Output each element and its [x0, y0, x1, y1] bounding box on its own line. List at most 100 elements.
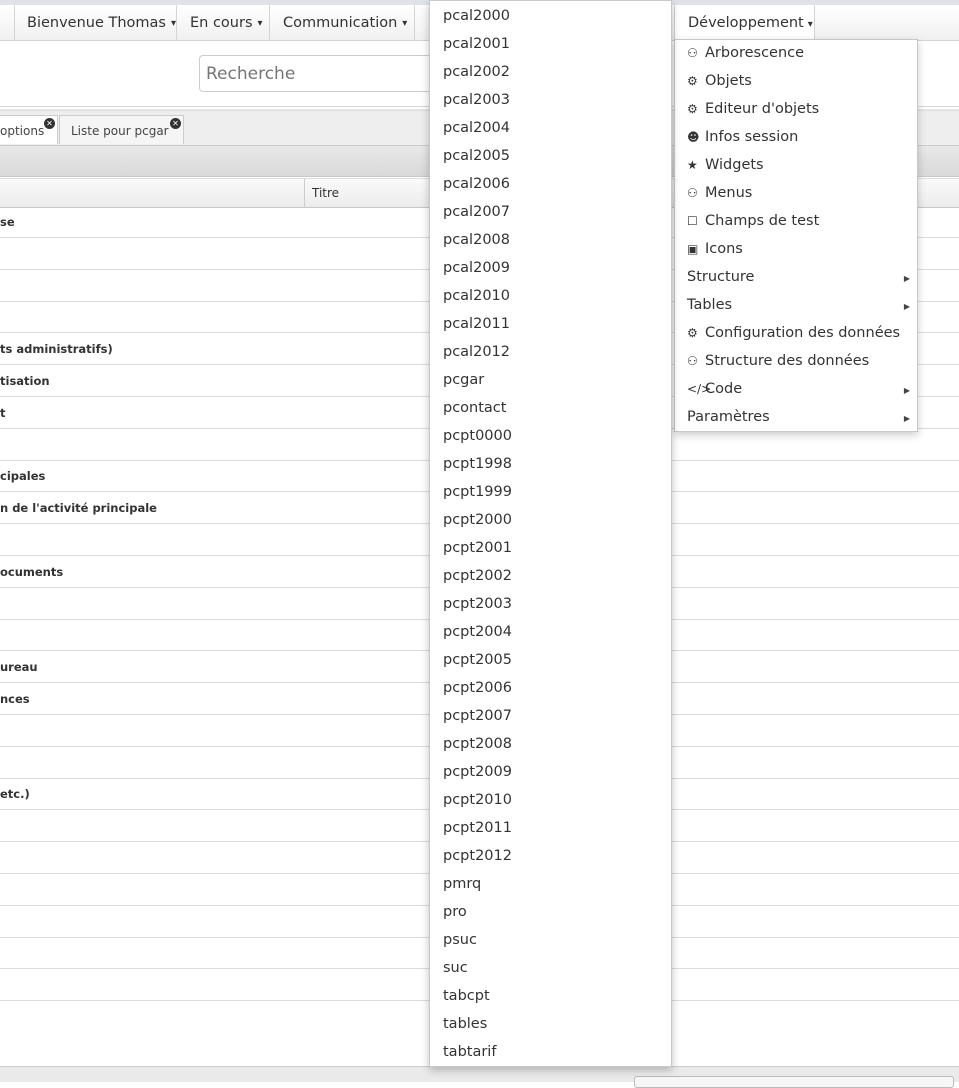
table-list-item[interactable]: pcpt2011 [443, 820, 512, 836]
cogs-icon: ⚙ [687, 74, 698, 88]
dev-menu-item[interactable]: Tables [687, 297, 732, 313]
table-list-item[interactable]: pcal2001 [443, 36, 510, 52]
dev-menu-item[interactable]: ☻ Infos session [687, 129, 798, 145]
nav-communication-label: Communication [283, 15, 398, 31]
dev-menu-item-label: Widgets [705, 157, 764, 173]
user-icon: ☻ [687, 130, 700, 144]
nav-developpement-label: Développement [688, 15, 804, 31]
table-list-item[interactable]: tabtarif [443, 1044, 496, 1060]
footer-control[interactable] [634, 1076, 954, 1088]
table-list-item[interactable]: pmrq [443, 876, 481, 892]
sitemap-icon: ⚇ [687, 186, 698, 200]
table-list-item[interactable]: pcpt2000 [443, 512, 512, 528]
table-list-item[interactable]: pcpt2010 [443, 792, 512, 808]
table-list-item[interactable]: pcal2011 [443, 316, 510, 332]
dev-menu-item-label: Icons [705, 241, 743, 257]
table-list-item[interactable]: pcpt2008 [443, 736, 512, 752]
row-label: se [0, 215, 15, 229]
column-header-titre[interactable]: Titre [312, 186, 339, 200]
row-label: n de l'activité principale [0, 501, 157, 516]
dev-menu-item[interactable]: ⚙ Editeur d'objets [687, 101, 819, 117]
dev-menu-item-label: Paramètres [687, 409, 770, 425]
dev-menu-item-label: Structure [687, 269, 755, 285]
table-list-item[interactable]: pcal2004 [443, 120, 510, 136]
table-list-item[interactable]: pcal2000 [443, 8, 510, 24]
tables-submenu: pcal2000 pcal2001 pcal2002 pcal2003 pcal2004… [429, 0, 672, 1067]
table-list-item[interactable]: pcal2003 [443, 92, 510, 108]
row-label: ureau [0, 660, 38, 675]
table-list-item[interactable]: tabcpt [443, 988, 490, 1004]
dev-menu-item-label: Editeur d'objets [705, 101, 820, 117]
dev-menu-item[interactable]: Structure [687, 269, 754, 285]
dev-menu-item[interactable]: </>Code [687, 381, 742, 397]
table-list-item[interactable]: pcal2005 [443, 148, 510, 164]
table-list-item[interactable]: pcal2006 [443, 176, 510, 192]
row-label: ts administratifs) [0, 342, 113, 357]
dev-menu-item[interactable]: ☐ Champs de test [687, 213, 819, 229]
table-list-item[interactable]: pcal2010 [443, 288, 510, 304]
cogs-icon: ⚙ [687, 326, 698, 340]
cogs-icon: ⚙ [687, 102, 698, 116]
nav-communication-menu[interactable]: Communication ▾ [270, 5, 415, 40]
table-list-item[interactable]: pcontact [443, 400, 506, 416]
table-list-item[interactable]: psuc [443, 932, 477, 948]
chevron-down-icon: ▾ [257, 18, 263, 29]
dev-menu-item-label: Champs de test [705, 213, 820, 229]
navbar-left-edge [0, 5, 15, 40]
dev-menu-item[interactable]: ⚙ Objets [687, 73, 752, 89]
nav-welcome-menu[interactable]: Bienvenue Thomas ▾ [14, 5, 177, 40]
dev-menu-item[interactable]: ⚙ Configuration des données [687, 325, 900, 341]
checkbox-icon: ☐ [687, 214, 698, 228]
dev-menu-item[interactable]: ⚇ Arborescence [687, 45, 804, 61]
tab-options[interactable]: options ✕ [0, 115, 58, 144]
table-list-item[interactable]: pcpt2005 [443, 652, 512, 668]
table-list-item[interactable]: pcpt2002 [443, 568, 512, 584]
sitemap-icon: ⚇ [687, 354, 698, 368]
table-list-item[interactable]: pcal2012 [443, 344, 510, 360]
dev-menu-item-label: Configuration des données [705, 325, 901, 341]
tab-liste-pcgar[interactable]: Liste pour pcgar ✕ [59, 115, 184, 144]
table-list-item[interactable]: pcpt2004 [443, 624, 512, 640]
table-list-item[interactable]: pcpt2006 [443, 680, 512, 696]
table-list-item[interactable]: pcgar [443, 372, 484, 388]
search-input[interactable] [199, 55, 439, 92]
chevron-down-icon: ▾ [170, 18, 177, 29]
star-icon: ★ [687, 158, 698, 172]
table-list-item[interactable]: pcpt0000 [443, 428, 512, 444]
table-list-item[interactable]: pcpt2012 [443, 848, 512, 864]
table-list-item[interactable]: pcpt2003 [443, 596, 512, 612]
table-list-item[interactable]: pcpt1998 [443, 456, 512, 472]
row-label: nces [0, 692, 30, 706]
table-list-item[interactable]: suc [443, 960, 468, 976]
table-list-item[interactable]: pcpt2001 [443, 540, 512, 556]
chevron-down-icon: ▾ [807, 19, 813, 30]
table-list-item[interactable]: pro [443, 904, 467, 920]
dev-menu-item[interactable]: ▣ Icons [687, 241, 743, 257]
close-icon[interactable]: ✕ [170, 118, 181, 129]
table-list-item[interactable]: pcpt2009 [443, 764, 512, 780]
tab-liste-pcgar-label: Liste pour pcgar [71, 124, 169, 138]
table-list-item[interactable]: tables [443, 1016, 487, 1032]
chevron-right-icon: ▶ [903, 386, 910, 395]
table-list-item[interactable]: pcal2002 [443, 64, 510, 80]
dev-menu-item[interactable]: Paramètres [687, 409, 770, 425]
chevron-down-icon: ▾ [402, 18, 408, 29]
nav-developpement-menu[interactable]: Développement ▾ [674, 5, 815, 41]
table-list-item[interactable]: pcpt2007 [443, 708, 512, 724]
dev-menu-item[interactable]: ⚇ Structure des données [687, 353, 869, 369]
row-label: cipales [0, 469, 46, 484]
chevron-right-icon: ▶ [903, 414, 910, 423]
close-icon[interactable]: ✕ [44, 118, 55, 129]
table-list-item[interactable]: pcpt1999 [443, 484, 512, 500]
sitemap-icon: ⚇ [687, 46, 698, 60]
nav-en-cours-label: En cours [190, 15, 253, 31]
row-label: etc.) [0, 787, 30, 802]
code-icon: </> [687, 382, 712, 396]
nav-en-cours-menu[interactable]: En cours ▾ [177, 5, 270, 40]
table-list-item[interactable]: pcal2009 [443, 260, 510, 276]
column-divider[interactable] [304, 179, 305, 207]
dev-menu-item[interactable]: ⚇ Menus [687, 185, 752, 201]
dev-menu-item[interactable]: ★ Widgets [687, 157, 764, 173]
table-list-item[interactable]: pcal2008 [443, 232, 510, 248]
table-list-item[interactable]: pcal2007 [443, 204, 510, 220]
